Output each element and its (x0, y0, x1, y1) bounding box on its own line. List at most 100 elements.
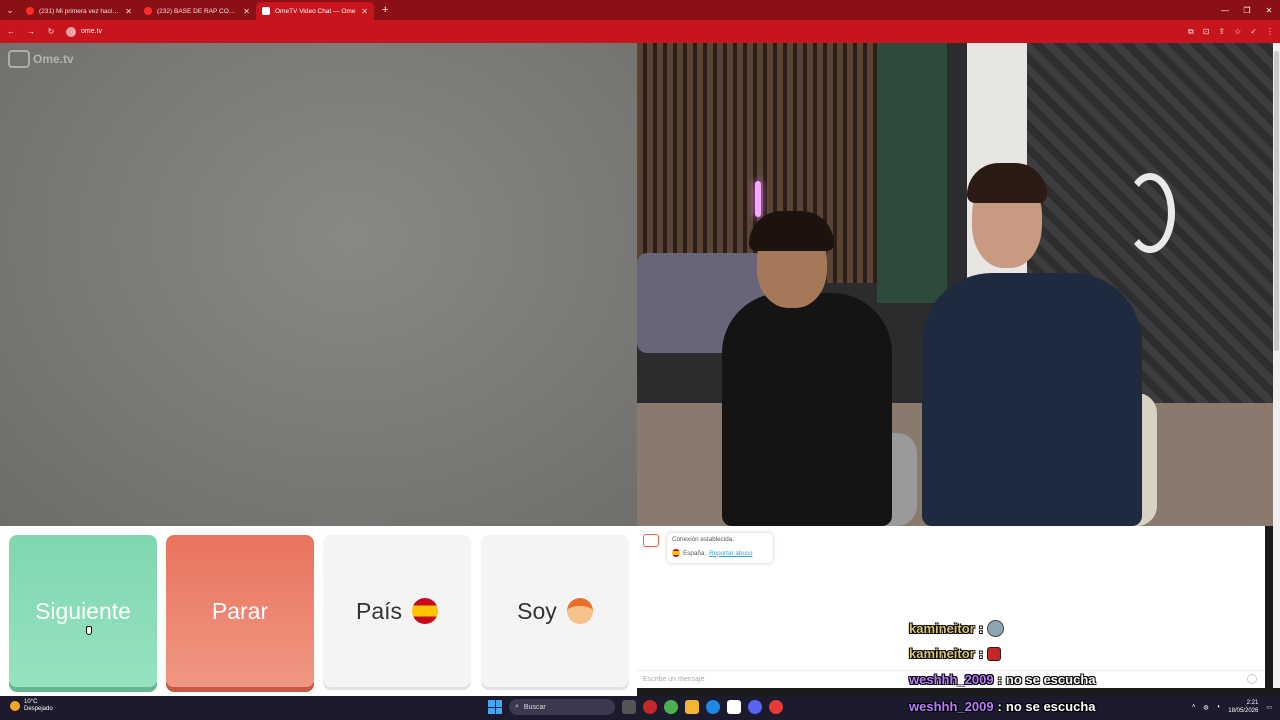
clock-time: 2:21 (1246, 700, 1259, 706)
browser-tab-active[interactable]: OmeTV Video Chat — Ome ✕ (256, 2, 374, 20)
cat-emote-icon (987, 620, 1005, 637)
neon-light (755, 181, 761, 217)
task-view-icon[interactable] (622, 700, 636, 714)
stream-chat-message: weshhh_2009 : no se escucha (909, 672, 1096, 687)
tab-title: (231) Mi primera vez haciendo (39, 7, 121, 15)
maximize-icon[interactable]: ❐ (1236, 6, 1258, 15)
share-icon[interactable]: ⇪ (1218, 27, 1225, 37)
volume-icon[interactable]: ◖ (1217, 704, 1221, 710)
red-face-emote-icon (987, 646, 1002, 661)
back-icon[interactable]: ← (6, 27, 16, 36)
menu-dots-icon[interactable]: ⋮ (1266, 27, 1274, 37)
stream-chat-message: kamineitor : (909, 620, 1005, 637)
youtube-icon (26, 7, 34, 15)
person-left-body (722, 293, 892, 526)
country-button-label: País (355, 597, 403, 624)
chat-separator: : (978, 621, 984, 636)
install-icon[interactable]: ⊡ (1203, 27, 1210, 37)
edge-icon[interactable] (706, 700, 720, 714)
windows-start-icon[interactable] (488, 700, 502, 714)
youtube-icon (144, 7, 152, 15)
close-tab-icon[interactable]: ✕ (361, 7, 368, 16)
video-background-shelf (877, 43, 947, 303)
next-button-label: Siguiente (35, 597, 131, 624)
browser-tab[interactable]: (232) BASE DE RAP CON PALAB ✕ (138, 2, 256, 20)
close-tab-icon[interactable]: ✕ (125, 7, 132, 16)
report-abuse-link[interactable]: Reportar abuso (709, 550, 752, 557)
chat-username: weshhh_2009 (909, 699, 994, 714)
camera-logo-icon (8, 50, 30, 68)
system-message: Conexión establecida. España. Reportar a… (667, 533, 773, 563)
tray-chevron-icon[interactable]: ˄ (1192, 704, 1196, 710)
ring-light (1125, 173, 1175, 253)
forward-icon[interactable]: → (26, 27, 36, 36)
logo-text: Ome.tv (33, 52, 74, 66)
stream-chat-message: kamineitor : (909, 646, 1002, 661)
translate-icon[interactable]: ⧉ (1188, 27, 1194, 37)
url-field[interactable]: ome.tv (66, 26, 103, 37)
window-controls: — ❐ ✕ (1214, 6, 1280, 15)
scrollbar-thumb[interactable] (1274, 51, 1279, 351)
ometv-system-icon (643, 534, 659, 547)
weather-sun-icon (10, 701, 20, 711)
chat-input-placeholder: Escribe un mensaje (643, 676, 705, 683)
notification-icon[interactable]: ▭ (1266, 704, 1272, 711)
file-explorer-icon[interactable] (685, 700, 699, 714)
store-icon[interactable] (727, 700, 741, 714)
weather-condition: Despejado (24, 706, 53, 712)
tab-title: (232) BASE DE RAP CON PALAB (157, 7, 238, 15)
tab-search-icon[interactable]: ⌄ (0, 0, 20, 20)
chrome-icon[interactable] (664, 700, 678, 714)
search-icon: ⌕ (515, 703, 519, 710)
address-bar: ← → ↻ ome.tv ⧉ ⊡ ⇪ ☆ ✓ ⋮ (0, 20, 1280, 43)
taskbar-apps: ⌕ Buscar (488, 699, 783, 715)
app-icon[interactable] (643, 700, 657, 714)
taskbar-search[interactable]: ⌕ Buscar (509, 699, 615, 715)
ometv-logo: Ome.tv (8, 50, 74, 68)
search-label: Buscar (523, 703, 546, 711)
minimize-icon[interactable]: — (1214, 6, 1236, 15)
chat-text: no se escucha (1005, 672, 1096, 687)
next-button[interactable]: Siguiente (9, 535, 157, 687)
chat-username: kamineitor (909, 646, 975, 661)
weather-widget[interactable]: 10°C Despejado (10, 699, 53, 713)
site-info-icon[interactable] (66, 26, 76, 37)
control-panel: Siguiente Parar País Soy (0, 526, 637, 696)
stop-button-label: Parar (211, 597, 269, 624)
country-row: España. Reportar abuso (672, 549, 768, 557)
browser-icon[interactable] (769, 700, 783, 714)
vpn-icon[interactable] (748, 700, 762, 714)
extension-icon[interactable]: ✓ (1250, 27, 1257, 37)
close-window-icon[interactable]: ✕ (1258, 6, 1280, 15)
connection-status: Conexión establecida. (672, 536, 734, 543)
close-tab-icon[interactable]: ✕ (243, 7, 250, 16)
chat-separator: : (997, 672, 1002, 687)
ometv-icon (262, 7, 270, 15)
gender-button[interactable]: Soy (481, 535, 629, 687)
chat-panel: Conexión establecida. España. Reportar a… (637, 526, 1265, 688)
new-tab-icon[interactable]: + (382, 4, 388, 16)
clock[interactable]: 2:21 18/05/2026 (1228, 699, 1258, 715)
bookmark-star-icon[interactable]: ☆ (1234, 27, 1241, 37)
reload-icon[interactable]: ↻ (46, 27, 56, 36)
local-video: Ome.tv (0, 43, 637, 526)
toolbar-actions: ⧉ ⊡ ⇪ ☆ ✓ ⋮ (1188, 27, 1274, 37)
gender-button-label: Soy (517, 597, 557, 624)
chat-separator: : (978, 646, 984, 661)
country-name: España. (683, 549, 707, 557)
network-icon[interactable]: ◍ (1203, 704, 1208, 711)
browser-tab[interactable]: (231) Mi primera vez haciendo ✕ (20, 2, 138, 20)
chat-username: kamineitor (909, 621, 975, 636)
tab-title: OmeTV Video Chat — Ome (275, 7, 356, 15)
stop-button[interactable]: Parar (166, 535, 314, 687)
stream-chat-message: weshhh_2009 : no se escucha (909, 699, 1096, 714)
person-right-body (922, 273, 1142, 526)
country-button[interactable]: País (323, 535, 471, 687)
emoji-icon[interactable] (1247, 674, 1257, 684)
system-tray: ˄ ◍ ◖ 2:21 18/05/2026 ▭ (1192, 699, 1272, 715)
temperature: 10°C (24, 699, 38, 705)
url-text: ome.tv (81, 28, 103, 35)
clock-date: 18/05/2026 (1228, 708, 1259, 714)
remote-video (637, 43, 1273, 526)
page-scrollbar[interactable] (1273, 43, 1280, 688)
